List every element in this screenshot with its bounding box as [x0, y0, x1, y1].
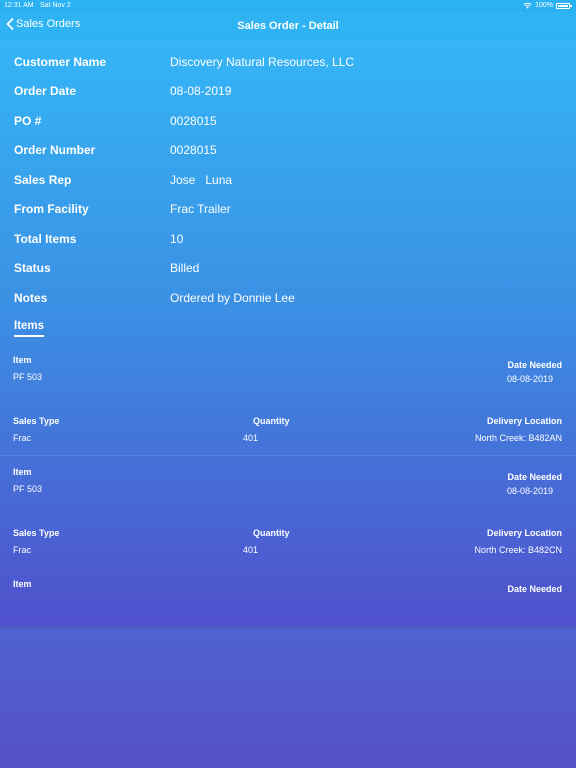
- item-card[interactable]: Item Date Needed: [0, 578, 576, 618]
- item-header-sales-type: Sales Type: [13, 528, 60, 538]
- item-card[interactable]: Item PF 503 Date Needed 08-08-2019 Sales…: [0, 466, 576, 572]
- item-header-date-needed: Date Needed: [507, 472, 562, 482]
- item-delivery-location: North Creek: B482CN: [474, 545, 562, 555]
- item-header-sales-type: Sales Type: [13, 416, 60, 426]
- item-delivery-location: North Creek: B482AN: [474, 433, 562, 443]
- battery-percent: 100%: [535, 2, 553, 9]
- field-order-date: Order Date 08-08-2019: [0, 84, 576, 104]
- item-header-item: Item: [13, 579, 32, 589]
- field-value: 0028015: [170, 143, 217, 157]
- field-label: Order Date: [14, 84, 77, 98]
- field-label: From Facility: [14, 202, 89, 216]
- field-value: Discovery Natural Resources, LLC: [170, 55, 355, 69]
- field-label: Customer Name: [14, 55, 107, 69]
- item-date-needed: 08-08-2019: [506, 374, 553, 384]
- field-from-facility: From Facility Frac Trailer: [0, 202, 576, 222]
- field-value: 08-08-2019: [170, 84, 232, 98]
- field-total-items: Total Items 10: [0, 232, 576, 252]
- nav-bar: Sales Orders Sales Order - Detail: [0, 12, 576, 40]
- field-value: Billed: [170, 261, 200, 275]
- item-sales-type: Frac: [13, 545, 31, 555]
- field-label: Total Items: [14, 232, 77, 246]
- field-order-number: Order Number 0028015: [0, 143, 576, 163]
- field-label: Notes: [14, 291, 48, 305]
- field-label: Status: [14, 261, 51, 275]
- item-header-date-needed: Date Needed: [507, 584, 562, 594]
- status-date: Sat Nov 2: [40, 2, 71, 9]
- item-header-quantity: Quantity: [253, 528, 290, 538]
- item-header-delivery-location: Delivery Location: [486, 416, 562, 426]
- field-status: Status Billed: [0, 261, 576, 281]
- status-time: 12:31 AM: [4, 2, 34, 9]
- field-po-number: PO # 0028015: [0, 114, 576, 134]
- item-header-item: Item: [13, 467, 32, 477]
- item-sales-type: Frac: [13, 433, 31, 443]
- status-bar: 12:31 AM Sat Nov 2 100%: [0, 0, 576, 12]
- field-label: PO #: [14, 114, 42, 128]
- item-header-date-needed: Date Needed: [507, 360, 562, 370]
- field-value: 0028015: [170, 114, 217, 128]
- item-quantity: 401: [243, 545, 259, 555]
- tab-items[interactable]: Items: [14, 320, 45, 337]
- page-title: Sales Order - Detail: [237, 20, 339, 32]
- item-card[interactable]: Item PF 503 Date Needed 08-08-2019 Sales…: [0, 354, 576, 460]
- field-customer-name: Customer Name Discovery Natural Resource…: [0, 55, 576, 75]
- field-notes: Notes Ordered by Donnie Lee: [0, 291, 576, 311]
- status-right: 100%: [523, 2, 572, 9]
- wifi-icon: [523, 2, 532, 9]
- item-name: PF 503: [13, 484, 43, 494]
- field-label: Sales Rep: [14, 173, 72, 187]
- field-value: 10: [170, 232, 184, 246]
- order-detail-panel: Customer Name Discovery Natural Resource…: [0, 40, 576, 626]
- item-divider: [0, 455, 576, 456]
- item-quantity: 401: [243, 433, 259, 443]
- item-name: PF 503: [13, 372, 43, 382]
- battery-icon: [556, 2, 572, 9]
- item-header-quantity: Quantity: [253, 416, 290, 426]
- item-header-delivery-location: Delivery Location: [486, 528, 562, 538]
- field-sales-rep: Sales Rep Jose Luna: [0, 173, 576, 193]
- field-value: Ordered by Donnie Lee: [170, 291, 295, 305]
- field-label: Order Number: [14, 143, 96, 157]
- item-header-item: Item: [13, 355, 32, 365]
- field-value: Frac Trailer: [170, 202, 231, 216]
- field-value: Jose Luna: [170, 173, 233, 187]
- item-date-needed: 08-08-2019: [506, 486, 553, 496]
